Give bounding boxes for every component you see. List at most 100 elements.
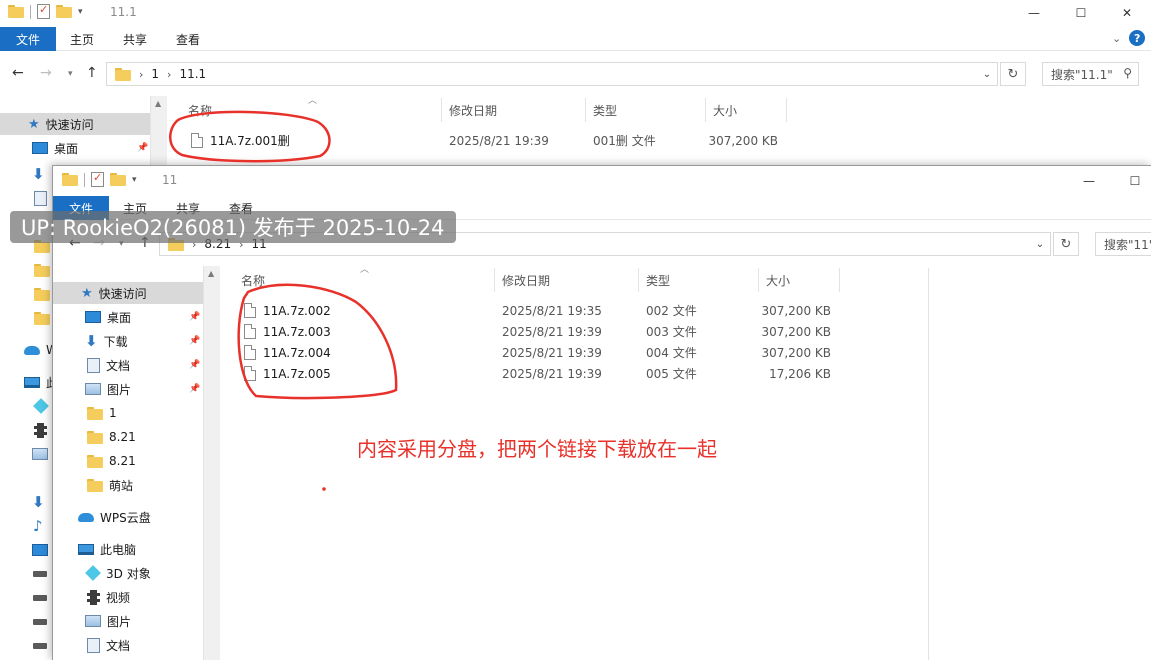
drive-icon — [33, 619, 47, 625]
maximize-button[interactable]: ☐ — [1058, 0, 1104, 26]
address-dropdown-icon[interactable]: ⌄ — [977, 63, 997, 85]
sidebar-quick-access[interactable]: ★ 快速访问 — [0, 113, 150, 135]
minimize-button[interactable]: — — [1011, 0, 1057, 26]
sidebar-item-3d-objects[interactable]: 3D 对象 — [53, 562, 151, 584]
back-arrow-icon[interactable]: ← — [12, 65, 24, 81]
sidebar-item-folder[interactable] — [0, 259, 50, 281]
breadcrumb-chevron-icon[interactable]: › — [139, 68, 143, 81]
column-divider[interactable] — [441, 98, 442, 122]
column-header-size[interactable]: 大小 — [713, 98, 737, 122]
file-row[interactable]: 11A.7z.003 2025/8/21 19:39 003 文件 307,20… — [233, 321, 853, 342]
search-input[interactable]: 搜索"11" — [1095, 232, 1151, 256]
column-header-name[interactable]: 名称 — [188, 98, 212, 122]
pin-icon[interactable]: 📌 — [189, 360, 200, 370]
sidebar-item-video[interactable] — [0, 419, 47, 441]
sidebar-item-downloads[interactable]: ⬇ — [0, 163, 45, 185]
properties-icon[interactable] — [91, 171, 104, 187]
column-header-name[interactable]: 名称 — [241, 268, 265, 292]
column-header-size[interactable]: 大小 — [766, 268, 790, 292]
pin-icon[interactable]: 📌 — [189, 384, 200, 394]
folder-icon[interactable] — [62, 173, 78, 186]
sidebar-item-drive[interactable] — [0, 611, 47, 633]
sidebar-item-desktop[interactable]: 桌面 📌 — [0, 137, 150, 159]
pin-icon[interactable]: 📌 — [137, 143, 148, 153]
column-header-type[interactable]: 类型 — [593, 98, 617, 122]
sidebar-item-drive[interactable] — [0, 587, 47, 609]
sidebar-item-documents[interactable]: 文档 📌 — [53, 354, 203, 376]
sidebar-quick-access[interactable]: ★ 快速访问 — [53, 282, 203, 304]
breadcrumb-item[interactable]: 1 — [151, 67, 159, 81]
column-divider[interactable] — [585, 98, 586, 122]
file-row[interactable]: 11A.7z.004 2025/8/21 19:39 004 文件 307,20… — [233, 342, 853, 363]
minimize-button[interactable]: — — [1066, 168, 1112, 194]
pin-icon[interactable]: 📌 — [189, 336, 200, 346]
customize-toolbar-icon[interactable]: ▾ — [78, 7, 83, 17]
customize-toolbar-icon[interactable]: ▾ — [132, 175, 137, 185]
sidebar-item-3d[interactable] — [0, 395, 49, 417]
sidebar-item-folder-1[interactable]: 1 — [53, 402, 117, 424]
expand-ribbon-icon[interactable]: ⌄ — [1112, 32, 1121, 45]
sidebar-item-pictures[interactable] — [0, 443, 48, 465]
column-header-date[interactable]: 修改日期 — [449, 98, 497, 122]
folder-icon[interactable] — [8, 5, 24, 18]
sidebar-item-drive[interactable] — [0, 635, 47, 657]
new-folder-icon[interactable] — [110, 173, 126, 186]
sidebar-item-documents[interactable] — [0, 187, 47, 209]
tab-view[interactable]: 查看 — [164, 27, 212, 51]
pane-divider[interactable] — [928, 268, 929, 660]
file-row[interactable]: 11A.7z.002 2025/8/21 19:35 002 文件 307,20… — [233, 300, 853, 321]
address-bar[interactable]: › 1 › 11.1 ⌄ — [106, 62, 998, 86]
sidebar-item-this-pc[interactable]: 此 — [0, 371, 58, 393]
column-divider[interactable] — [494, 268, 495, 292]
column-divider[interactable] — [758, 268, 759, 292]
scroll-up-icon[interactable]: ▲ — [208, 269, 214, 278]
sidebar-item-documents[interactable]: 文档 — [53, 634, 130, 656]
sidebar-item-desktop[interactable] — [0, 539, 48, 561]
sidebar-item-downloads[interactable]: ⬇ — [0, 491, 45, 513]
sidebar-scrollbar[interactable]: ▲ — [203, 266, 220, 660]
forward-arrow-icon[interactable]: → — [40, 65, 52, 81]
properties-icon[interactable] — [37, 3, 50, 19]
tab-file[interactable]: 文件 — [0, 27, 56, 51]
sidebar-item-folder[interactable] — [0, 283, 50, 305]
tab-share[interactable]: 共享 — [112, 27, 158, 51]
help-icon[interactable]: ? — [1129, 30, 1146, 46]
breadcrumb-item[interactable]: 11.1 — [179, 67, 206, 81]
column-header-type[interactable]: 类型 — [646, 268, 670, 292]
sidebar-item-folder[interactable] — [0, 307, 50, 329]
sidebar-item-pictures[interactable]: 图片 — [53, 610, 131, 632]
column-header-date[interactable]: 修改日期 — [502, 268, 550, 292]
pin-icon[interactable]: 📌 — [189, 312, 200, 322]
sidebar-item-drive[interactable] — [0, 563, 47, 585]
sidebar-item-music[interactable]: ♪ — [0, 515, 43, 537]
up-arrow-icon[interactable]: ↑ — [86, 65, 98, 81]
sidebar-item-desktop[interactable]: 桌面 📌 — [53, 306, 203, 328]
recent-locations-icon[interactable]: ▾ — [68, 69, 73, 79]
refresh-button[interactable]: ↻ — [1000, 62, 1026, 86]
sidebar-item-wps-cloud[interactable]: WPS云盘 — [53, 506, 151, 528]
search-input[interactable]: 搜索"11.1" ⚲ — [1042, 62, 1139, 86]
address-dropdown-icon[interactable]: ⌄ — [1030, 233, 1050, 255]
sidebar-item-folder-8-21[interactable]: 8.21 — [53, 450, 136, 472]
sidebar-item-folder-mengzhan[interactable]: 萌站 — [53, 474, 133, 496]
sidebar-item-video[interactable]: 视频 — [53, 586, 130, 608]
column-divider[interactable] — [705, 98, 706, 122]
sidebar-item-pictures[interactable]: 图片 📌 — [53, 378, 203, 400]
breadcrumb-chevron-icon[interactable]: › — [167, 68, 171, 81]
sidebar-item-this-pc[interactable]: 此电脑 — [53, 538, 136, 560]
refresh-button[interactable]: ↻ — [1053, 232, 1079, 256]
sidebar-item-folder-8-21[interactable]: 8.21 — [53, 426, 136, 448]
sidebar-item-downloads[interactable]: ⬇ 下载 📌 — [53, 330, 203, 352]
file-row[interactable]: 11A.7z.001删 2025/8/21 19:39 001删 文件 307,… — [180, 130, 800, 151]
new-folder-icon[interactable] — [56, 5, 72, 18]
tab-home[interactable]: 主页 — [58, 27, 106, 51]
maximize-button[interactable]: ☐ — [1112, 168, 1151, 194]
close-button[interactable]: ✕ — [1104, 0, 1150, 26]
column-divider[interactable] — [786, 98, 787, 122]
file-date: 2025/8/21 19:39 — [502, 324, 602, 339]
column-divider[interactable] — [839, 268, 840, 292]
column-divider[interactable] — [638, 268, 639, 292]
scroll-up-icon[interactable]: ▲ — [155, 99, 161, 108]
file-row[interactable]: 11A.7z.005 2025/8/21 19:39 005 文件 17,206… — [233, 363, 853, 384]
sidebar-item-wps[interactable]: W — [0, 339, 58, 361]
